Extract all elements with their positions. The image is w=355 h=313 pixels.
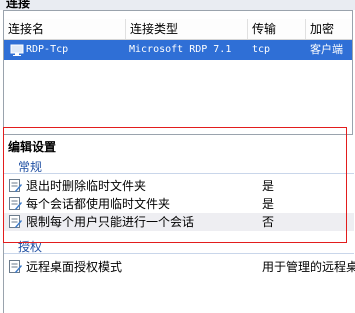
property-icon	[9, 260, 22, 273]
connections-header: 连接	[0, 0, 355, 10]
column-header-type[interactable]: 连接类型	[126, 19, 248, 39]
column-header-name[interactable]: 连接名	[4, 19, 126, 39]
setting-label: 退出时删除临时文件夹	[26, 179, 147, 193]
setting-label: 每个会话都使用临时文件夹	[26, 197, 171, 211]
property-icon	[9, 179, 22, 192]
cell-connection-name: RDP-Tcp	[26, 44, 69, 55]
table-row[interactable]: RDP-Tcp Microsoft RDP 7.1 tcp 客户端兼	[4, 40, 352, 76]
group-divider	[4, 173, 354, 174]
edit-settings-title: 编辑设置	[8, 140, 57, 154]
property-icon	[9, 197, 22, 210]
rdp-connection-icon	[10, 44, 24, 56]
property-icon	[9, 215, 22, 228]
setting-row-single-session[interactable]: 限制每个用户只能进行一个会话 否	[4, 213, 354, 231]
setting-row-delete-temp[interactable]: 退出时删除临时文件夹 是	[4, 177, 354, 195]
connections-table: 连接名 连接类型 传输 加密 RDP-Tcp Microsoft RDP 7.1…	[3, 10, 353, 135]
setting-row-licensing-mode[interactable]: 远程桌面授权模式 用于管理的远程桌	[4, 258, 355, 276]
setting-label: 限制每个用户只能进行一个会话	[26, 215, 195, 229]
setting-row-per-session-temp[interactable]: 每个会话都使用临时文件夹 是	[4, 195, 354, 213]
setting-value: 否	[262, 215, 275, 229]
group-divider	[4, 253, 354, 254]
connections-header-title: 连接	[6, 0, 31, 10]
column-header-transport[interactable]: 传输	[248, 19, 306, 39]
table-header: 连接名 连接类型 传输 加密	[4, 19, 352, 40]
setting-label: 远程桌面授权模式	[26, 260, 123, 274]
setting-value: 是	[262, 197, 275, 211]
cell-connection-type: Microsoft RDP 7.1	[129, 44, 232, 55]
column-header-encryption[interactable]: 加密	[306, 19, 354, 39]
cell-encryption: 客户端兼	[310, 43, 343, 76]
edit-settings-panel: 编辑设置 常规 退出时删除临时文件夹 是 每个会话都使用临时文件夹 是 限制每个…	[3, 137, 355, 313]
setting-value: 用于管理的远程桌	[262, 260, 355, 274]
cell-transport: tcp	[252, 44, 271, 55]
setting-value: 是	[262, 179, 275, 193]
